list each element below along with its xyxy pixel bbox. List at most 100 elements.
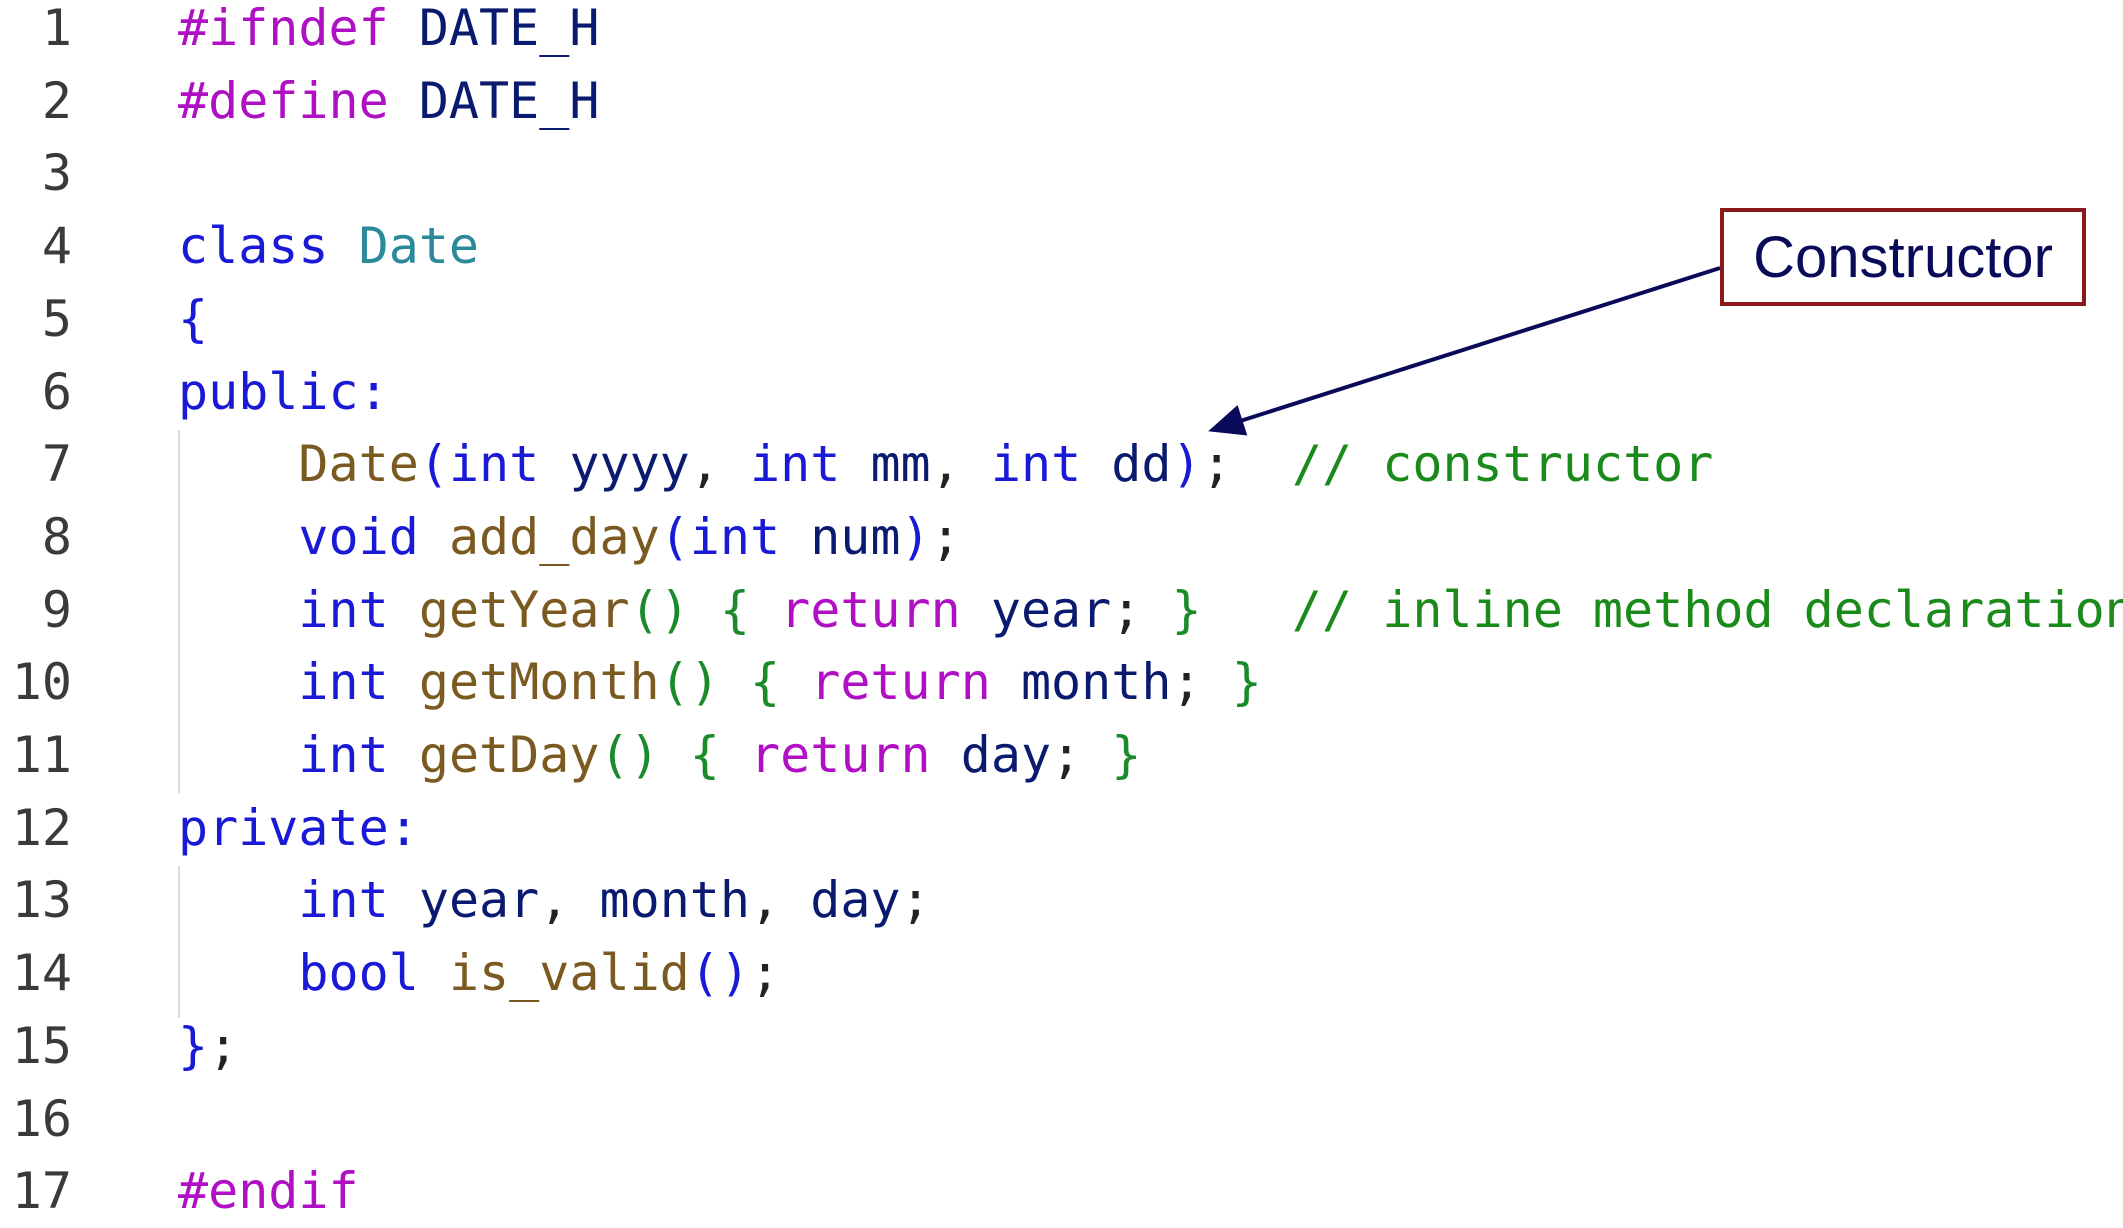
code-text: int getMonth() { return month; } xyxy=(178,646,1262,719)
code-text: bool is_valid(); xyxy=(178,937,780,1010)
code-line: 1 #ifndef DATE_H xyxy=(0,0,2123,65)
code-token: int xyxy=(298,653,389,712)
code-line: 9 int getYear() { return year; } // inli… xyxy=(0,574,2123,647)
code-token: ; xyxy=(1171,653,1232,712)
code-token: () xyxy=(599,726,660,784)
code-token: } xyxy=(1171,580,1202,639)
code-token: void xyxy=(298,507,419,566)
code-text: void add_day(int num); xyxy=(178,501,960,574)
code-text: int getDay() { return day; } xyxy=(178,719,1141,792)
code-token: year xyxy=(418,871,540,930)
code-token: { xyxy=(719,580,750,639)
code-text: #endif xyxy=(178,1155,359,1228)
code-token: } xyxy=(1111,726,1142,784)
code-token: #ifndef xyxy=(178,0,389,57)
constructor-callout: Constructor xyxy=(1720,208,2086,306)
code-token: ( xyxy=(418,435,449,494)
code-text: Date(int yyyy, int mm, int dd); // const… xyxy=(178,428,1713,501)
code-editor: 1 #ifndef DATE_H 2 #define DATE_H 3 4 class Da… xyxy=(0,0,2123,1220)
callout-label: Constructor xyxy=(1753,224,2053,290)
code-text: #ifndef DATE_H xyxy=(178,0,599,65)
code-token: add_day xyxy=(448,507,660,566)
line-number: 17 xyxy=(11,1162,72,1221)
code-token: } xyxy=(178,1016,209,1075)
code-token: #define xyxy=(178,71,389,130)
code-token: { xyxy=(178,289,209,348)
code-token: { xyxy=(750,653,781,712)
code-token: int xyxy=(298,580,389,639)
line-number: 4 xyxy=(41,217,72,276)
code-token: public: xyxy=(178,362,389,421)
code-token: { xyxy=(689,726,720,784)
line-number: 10 xyxy=(11,653,72,712)
code-token: () xyxy=(689,944,750,1003)
code-token: private: xyxy=(178,798,419,857)
code-token: ( xyxy=(659,507,690,566)
code-token: int xyxy=(689,507,781,566)
code-line: 6 public: xyxy=(0,356,2123,429)
code-token: yyyy xyxy=(569,435,690,494)
code-token: , xyxy=(750,871,811,930)
code-token: DATE_H xyxy=(418,0,600,57)
code-token: , xyxy=(539,871,600,930)
line-number: 3 xyxy=(41,144,72,203)
code-line: 2 #define DATE_H xyxy=(0,65,2123,138)
code-line: 17 #endif xyxy=(0,1155,2123,1228)
code-token: mm xyxy=(870,435,931,494)
code-line: 13 int year, month, day; xyxy=(0,864,2123,937)
code-token: month xyxy=(1020,653,1172,712)
code-token: ; xyxy=(900,871,931,930)
code-line: 11 int getDay() { return day; } xyxy=(0,719,2123,792)
code-token: } xyxy=(1231,653,1262,712)
code-token: return xyxy=(780,580,961,639)
code-token: return xyxy=(750,726,931,784)
code-token: bool xyxy=(298,944,419,1003)
line-number: 13 xyxy=(11,871,72,930)
code-text: public: xyxy=(178,356,389,429)
code-token: ; xyxy=(1111,580,1172,639)
code-token: year xyxy=(990,580,1112,639)
code-token: Date xyxy=(298,435,419,494)
line-number: 15 xyxy=(11,1016,72,1075)
code-text: private: xyxy=(178,792,419,865)
line-number: 12 xyxy=(11,798,72,857)
line-number: 11 xyxy=(11,726,72,784)
code-token: return xyxy=(810,653,991,712)
code-token: DATE_H xyxy=(418,71,600,130)
code-token: ; xyxy=(750,944,781,1003)
code-token: Date xyxy=(358,217,480,276)
code-token: ; xyxy=(208,1016,239,1075)
code-text: }; xyxy=(178,1010,238,1083)
code-line: 10 int getMonth() { return month; } xyxy=(0,646,2123,719)
code-line: 16 xyxy=(0,1083,2123,1156)
code-token: int xyxy=(298,871,389,930)
line-number: 7 xyxy=(41,435,72,494)
code-token: , xyxy=(930,435,991,494)
code-text: int getYear() { return year; } // inline… xyxy=(178,574,2123,647)
code-token: , xyxy=(689,435,751,494)
code-token: class xyxy=(178,217,329,276)
code-token: is_valid xyxy=(448,944,690,1003)
code-token: // inline method declarations xyxy=(1291,580,2123,639)
code-token: dd xyxy=(1111,435,1172,494)
code-token: ; xyxy=(1201,435,1292,494)
